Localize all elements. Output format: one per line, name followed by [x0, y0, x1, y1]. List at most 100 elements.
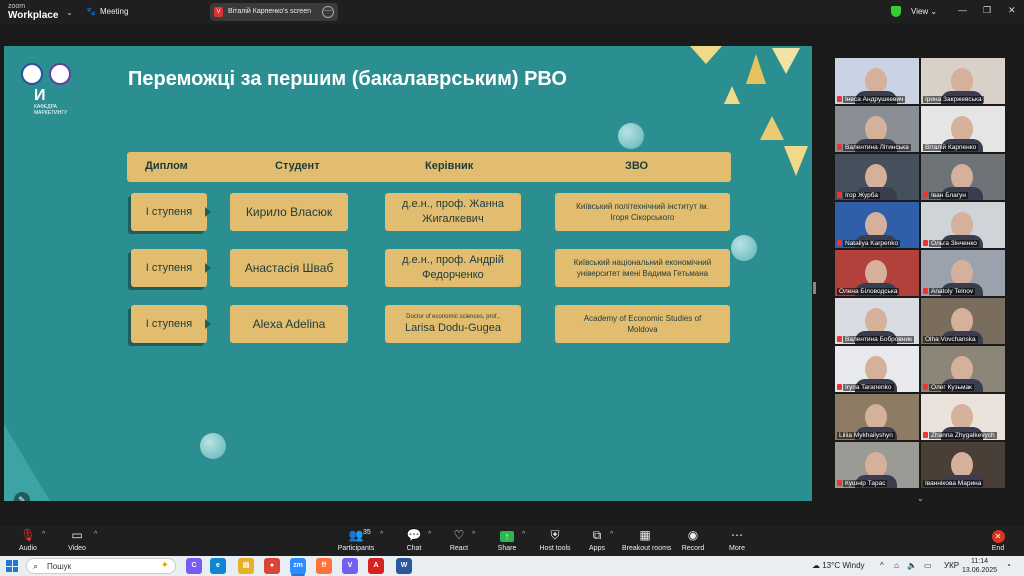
minimize-button[interactable]: —	[958, 5, 967, 15]
taskbar-app-edge[interactable]: e	[210, 558, 226, 574]
view-menu[interactable]: View ⌄	[911, 7, 937, 16]
header-diploma: Диплом	[145, 160, 188, 172]
participant-tile[interactable]: Інеса Андрушкевич	[835, 58, 919, 104]
taskbar-app-firefox[interactable]: ff	[316, 558, 332, 574]
participant-name: Liliia Mykhailyshyn	[837, 432, 895, 439]
host-tools-button[interactable]: ⛨ Host tools	[538, 528, 572, 553]
breakout-rooms-button[interactable]: ▦ Breakout rooms	[622, 528, 672, 553]
degree-label: І ступеня	[131, 305, 207, 343]
taskbar-app-chrome[interactable]: ●	[264, 558, 280, 574]
faculty-seal-logo	[49, 63, 71, 85]
university-cell: Academy of Economic Studies of Moldova	[555, 305, 730, 343]
taskbar-clock[interactable]: 11:14 13.06.2025	[962, 557, 997, 575]
participant-tile[interactable]: Олена Біловодська	[835, 250, 919, 296]
more-button[interactable]: ⋯ More	[724, 528, 750, 553]
participant-tile[interactable]: Olha Vovchanska	[921, 298, 1005, 344]
audio-button[interactable]: 🎙 Audio	[14, 528, 42, 553]
close-button[interactable]: ✕	[1008, 5, 1016, 16]
participant-name: Ігор Журба	[843, 192, 880, 199]
camera-icon: ▭	[71, 528, 83, 542]
participant-tile[interactable]: Iryna Taranenko	[835, 346, 919, 392]
supervisor-cell: Doctor of economic sciences, prof., Lari…	[385, 305, 521, 343]
university-cell: Київський політехнічний інститут ім. Іго…	[555, 193, 730, 231]
participant-tile[interactable]: Anatoly Telnov	[921, 250, 1005, 296]
participant-name: Валентина Бобровник	[843, 336, 914, 343]
supervisor-cell: д.е.н., проф. Жанна Жигалкевич	[385, 193, 521, 231]
audio-options-caret-icon[interactable]: ^	[42, 531, 45, 538]
participant-tile[interactable]: Ірина Закржевська	[921, 58, 1005, 104]
muted-mic-icon	[837, 192, 842, 198]
participant-tile[interactable]: Ігор Журба	[835, 154, 919, 200]
maximize-button[interactable]: ❐	[983, 5, 991, 16]
end-button[interactable]: ✕ End	[986, 528, 1010, 553]
chevron-down-icon[interactable]: ⌄	[66, 8, 73, 17]
weather-widget[interactable]: ☁ 13°C Windy	[812, 561, 865, 570]
participant-tile[interactable]: Іван Благун	[921, 154, 1005, 200]
taskbar-app-viber[interactable]: V	[342, 558, 358, 574]
react-caret-icon[interactable]: ^	[472, 531, 475, 538]
participant-name: Інеса Андрушкевич	[843, 96, 906, 103]
decor-triangle	[690, 46, 722, 64]
video-options-caret-icon[interactable]: ^	[94, 531, 97, 538]
search-icon: ⌕	[33, 561, 39, 571]
battery-icon[interactable]: ▭	[924, 561, 932, 570]
tray-overflow-icon[interactable]: ^	[880, 561, 884, 570]
participant-tile[interactable]: Валентина Літинська	[835, 106, 919, 152]
record-button[interactable]: ◉ Record	[680, 528, 706, 553]
taskbar-app-zoom[interactable]: zm	[290, 558, 306, 574]
chat-button[interactable]: 💬 Chat	[402, 528, 426, 553]
screen-share-indicator[interactable]: V Віталій Карпенко's screen ⋯	[210, 3, 338, 21]
react-button[interactable]: ♡ React	[446, 528, 472, 553]
student-cell: Анастасія Шваб	[230, 249, 348, 287]
taskbar-app-acrobat[interactable]: A	[368, 558, 384, 574]
notifications-icon[interactable]: ◔	[1006, 561, 1011, 570]
decor-triangle	[772, 48, 800, 74]
annotate-pencil-icon[interactable]: ✎	[14, 492, 30, 501]
chat-caret-icon[interactable]: ^	[428, 531, 431, 538]
end-call-icon: ✕	[986, 528, 1010, 544]
participant-tile[interactable]: Іваннікова Марина	[921, 442, 1005, 488]
participant-gallery: Інеса Андрушкевич Ірина Закржевська Валент…	[835, 58, 1007, 494]
security-shield-icon[interactable]	[891, 6, 901, 17]
share-button[interactable]: ↑ Share	[494, 528, 520, 553]
taskbar-search[interactable]: ⌕ Пошук ✦	[26, 558, 176, 574]
speaker-icon[interactable]: 🔈	[907, 561, 917, 570]
language-indicator[interactable]: УКР	[944, 561, 959, 570]
resize-handle[interactable]	[813, 282, 816, 294]
gallery-scroll-down-icon[interactable]: ⌄	[917, 494, 924, 503]
participant-name: Кушнір Тарас	[843, 480, 888, 487]
participant-tile[interactable]: Zhanna Zhygalkevych	[921, 394, 1005, 440]
taskbar-app-file-explorer[interactable]: ▤	[238, 558, 254, 574]
participant-tile[interactable]: Ольга Зінченко	[921, 202, 1005, 248]
meeting-menu[interactable]: 🐾 Meeting	[86, 7, 128, 16]
department-mark-icon: И	[34, 87, 46, 104]
decor-triangle	[4, 424, 50, 501]
supervisor-line: д.е.н., проф. Жанна	[402, 198, 504, 210]
share-caret-icon[interactable]: ^	[522, 531, 525, 538]
share-label: Share	[497, 545, 517, 552]
heart-icon: ♡	[453, 528, 465, 542]
degree-label: І ступеня	[131, 249, 207, 287]
more-options-icon[interactable]: ⋯	[322, 6, 334, 18]
taskbar-app-copilot[interactable]: C	[186, 558, 202, 574]
apps-caret-icon[interactable]: ^	[610, 531, 613, 538]
breakout-label: Breakout rooms	[622, 545, 672, 552]
participant-name: Іван Благун	[929, 192, 969, 199]
logo-line2: Workplace	[8, 10, 59, 21]
participants-caret-icon[interactable]: ^	[380, 531, 383, 538]
participant-tile[interactable]: Liliia Mykhailyshyn	[835, 394, 919, 440]
supervisor-line: Жигалкевич	[422, 213, 484, 225]
apps-label: Apps	[589, 545, 605, 552]
network-icon[interactable]: ⌂	[894, 561, 899, 570]
participant-tile[interactable]: Олег Кузьмак	[921, 346, 1005, 392]
apps-button[interactable]: ⧉ Apps	[586, 528, 608, 553]
taskbar-app-word[interactable]: W	[396, 558, 412, 574]
participant-tile[interactable]: Віталій Карпенко	[921, 106, 1005, 152]
participant-tile[interactable]: Кушнір Тарас	[835, 442, 919, 488]
participant-tile[interactable]: Nataliya Karpenko	[835, 202, 919, 248]
video-button[interactable]: ▭ Video	[63, 528, 91, 553]
windows-start-icon[interactable]	[6, 560, 18, 572]
participant-name: Іваннікова Марина	[923, 480, 984, 487]
decor-circle	[200, 433, 226, 459]
participant-tile[interactable]: Валентина Бобровник	[835, 298, 919, 344]
